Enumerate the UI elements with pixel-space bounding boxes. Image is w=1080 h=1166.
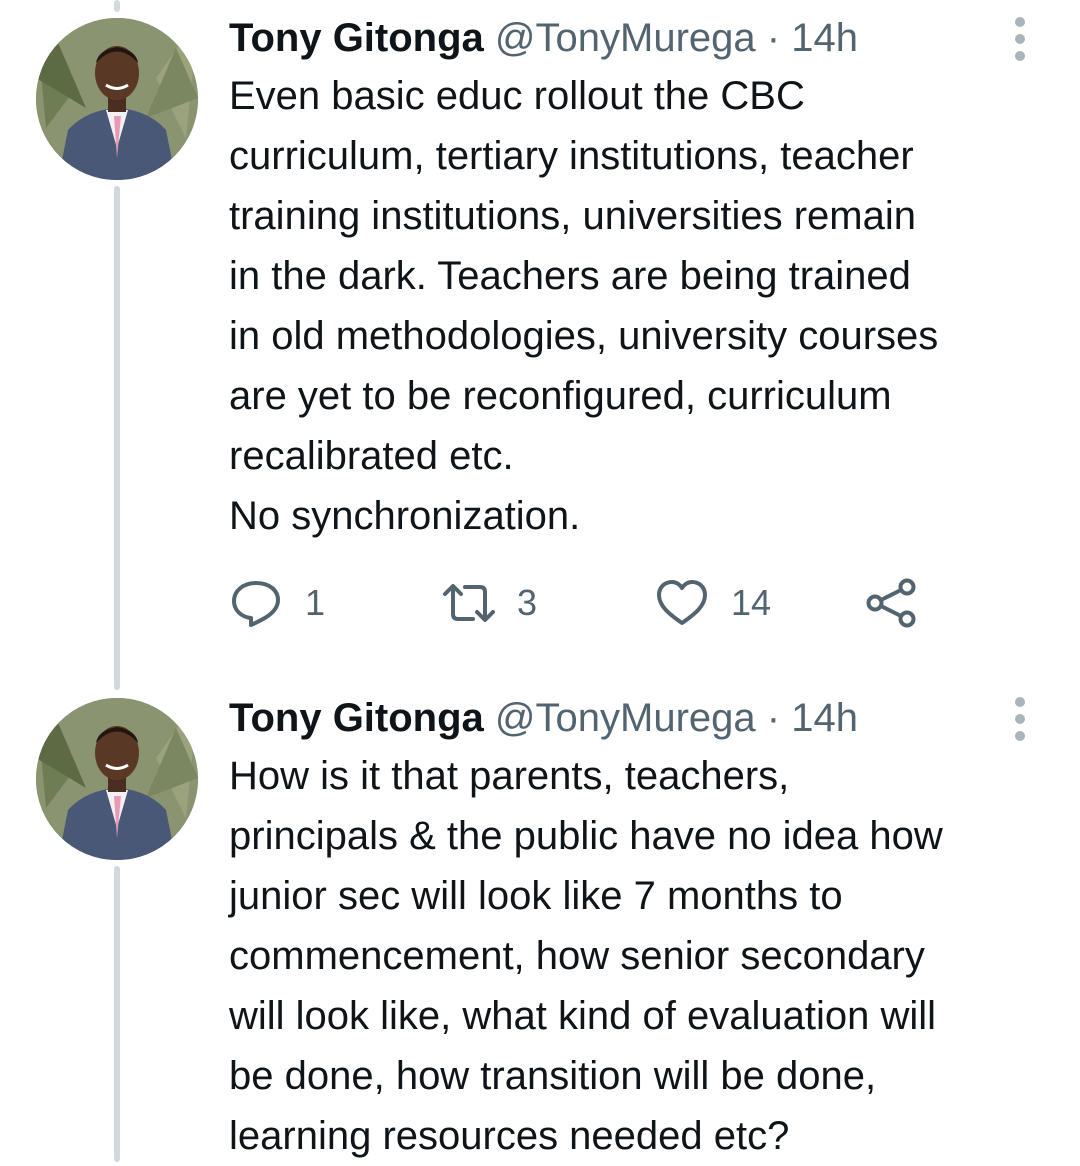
like-count: 14 — [731, 582, 772, 623]
timestamp[interactable]: 14h — [791, 16, 858, 60]
retweet-button[interactable]: 3 — [441, 578, 537, 628]
author-handle[interactable]: @TonyMurega — [495, 16, 756, 60]
tweet-text-line: Even basic educ rollout the CBC — [229, 74, 805, 118]
author-name[interactable]: Tony Gitonga — [229, 16, 484, 60]
timestamp[interactable]: 14h — [791, 696, 858, 740]
tweet-text: How is it that parents, teachers, princi… — [229, 746, 1059, 1166]
tweet-text: Even basic educ rollout the CBC curricul… — [229, 66, 1059, 546]
tweet[interactable]: Tony Gitonga @TonyMurega · 14h Even basi… — [0, 0, 1080, 680]
tweet-text-line: curriculum, tertiary institutions, teach… — [229, 134, 914, 178]
heart-icon — [655, 578, 709, 628]
avatar[interactable] — [36, 698, 198, 860]
tweet-text-line: No synchronization. — [229, 494, 581, 538]
share-icon — [863, 578, 919, 628]
retweet-count: 3 — [517, 582, 538, 623]
tweet-text-line: will look like, what kind of evaluation … — [229, 994, 936, 1038]
tweet-text-line: learning resources needed etc? — [229, 1114, 790, 1158]
reply-button[interactable]: 1 — [229, 578, 325, 628]
like-button[interactable]: 14 — [655, 578, 771, 628]
tweet[interactable]: Tony Gitonga @TonyMurega · 14h How is it… — [0, 680, 1080, 1162]
tweet-header: Tony Gitonga @TonyMurega · 14h — [229, 14, 858, 62]
tweet-text-line: recalibrated etc. — [229, 434, 514, 478]
tweet-text-line: in old methodologies, university courses — [229, 314, 939, 358]
tweet-text-line: are yet to be reconfigured, curriculum — [229, 374, 892, 418]
more-vertical-icon[interactable] — [1012, 697, 1028, 741]
author-handle[interactable]: @TonyMurega — [495, 696, 756, 740]
tweet-actions: 1 3 14 — [229, 578, 949, 628]
tweet-text-line: commencement, how senior secondary — [229, 934, 925, 978]
share-button[interactable] — [863, 578, 919, 628]
reply-count: 1 — [305, 582, 326, 623]
reply-icon — [229, 578, 283, 628]
tweet-text-line: How is it that parents, teachers, — [229, 754, 790, 798]
more-vertical-icon[interactable] — [1012, 17, 1028, 61]
separator-dot: · — [766, 16, 781, 60]
tweet-text-line: be done, how transition will be done, — [229, 1054, 877, 1098]
separator-dot: · — [766, 696, 781, 740]
tweet-text-line: junior sec will look like 7 months to — [229, 874, 843, 918]
author-name[interactable]: Tony Gitonga — [229, 696, 484, 740]
tweet-text-line: principals & the public have no idea how — [229, 814, 943, 858]
avatar[interactable] — [36, 18, 198, 180]
tweet-text-line: training institutions, universities rema… — [229, 194, 916, 238]
tweet-text-line: in the dark. Teachers are being trained — [229, 254, 911, 298]
tweet-header: Tony Gitonga @TonyMurega · 14h — [229, 694, 858, 742]
retweet-icon — [441, 578, 497, 628]
